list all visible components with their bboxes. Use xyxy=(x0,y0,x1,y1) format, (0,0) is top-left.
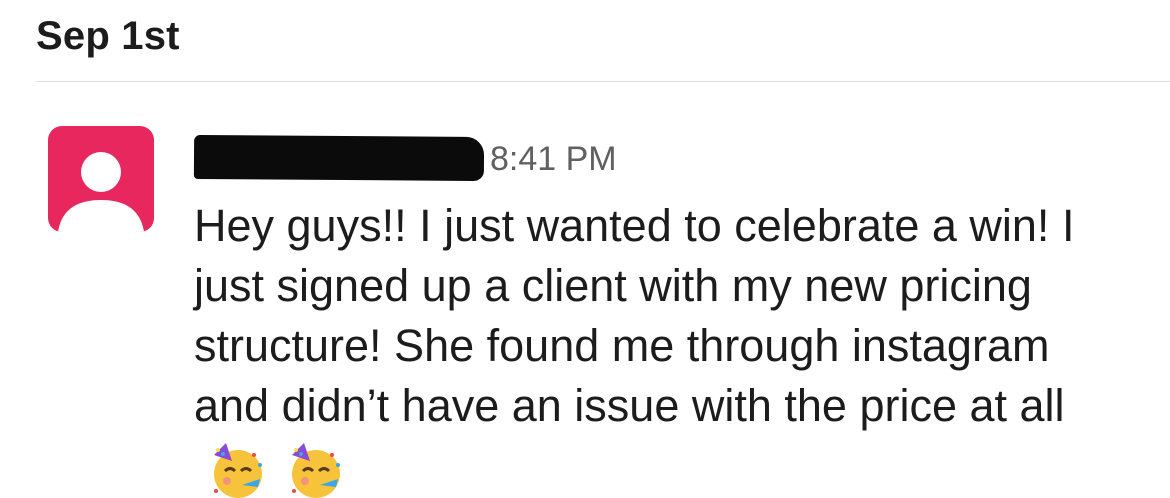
date-divider-line xyxy=(36,81,1170,82)
emoji-row xyxy=(208,438,364,498)
user-icon xyxy=(58,152,144,232)
partying-face-icon xyxy=(292,442,340,498)
partying-face-icon xyxy=(214,442,262,498)
message-meta: 8:41 PM xyxy=(193,134,1140,184)
message-body: Hey guys!! I just wanted to celebrate a … xyxy=(194,196,1134,498)
message-timestamp[interactable]: 8:41 PM xyxy=(490,140,617,179)
message-text: Hey guys!! I just wanted to celebrate a … xyxy=(194,200,1075,431)
conversation-view: Sep 1st 8:41 PM Hey guys!! I just wanted… xyxy=(0,0,1170,498)
avatar[interactable] xyxy=(48,126,154,232)
username-redaction xyxy=(193,134,485,182)
message: 8:41 PM Hey guys!! I just wanted to cele… xyxy=(193,134,1140,498)
date-divider-label: Sep 1st xyxy=(36,14,180,58)
